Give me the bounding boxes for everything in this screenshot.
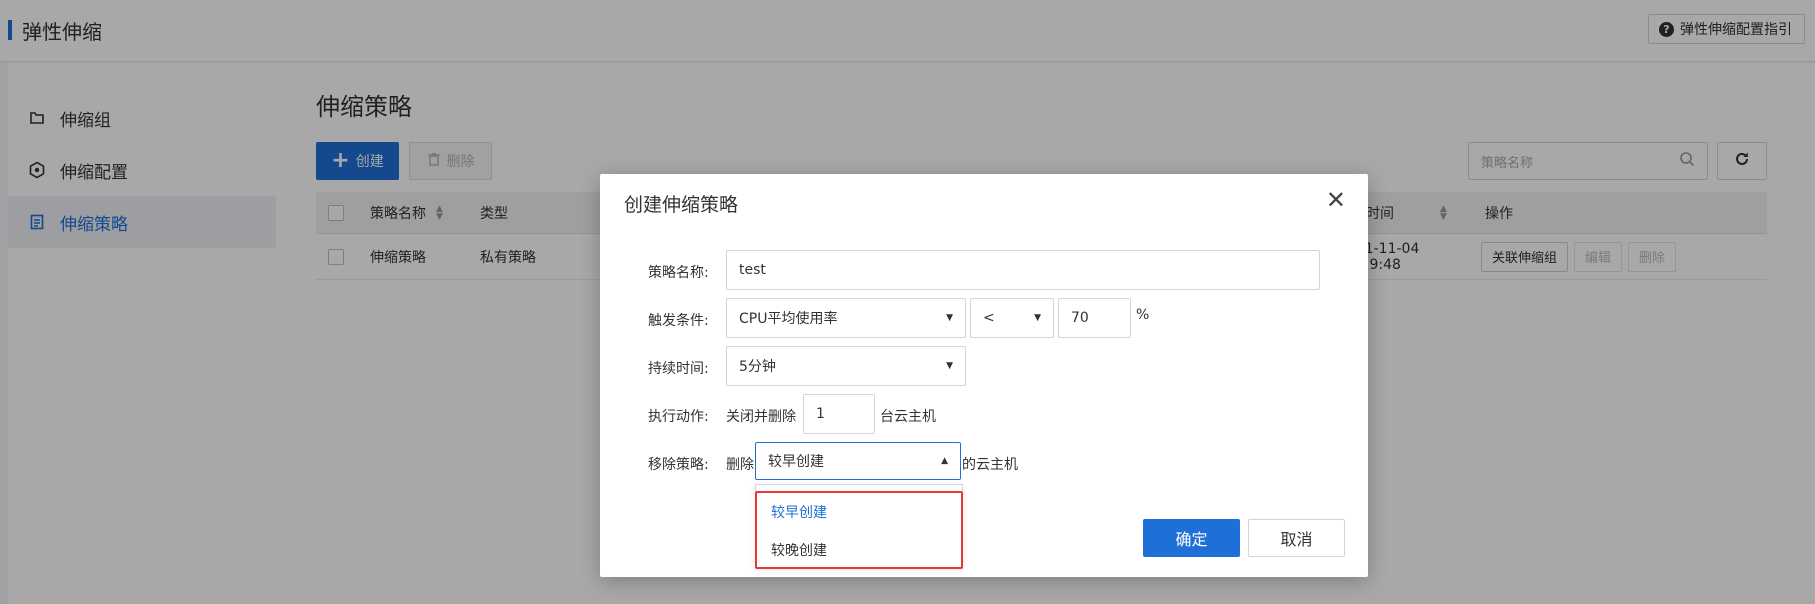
trigger-operator-value: < [983,310,995,326]
action-label: 执行动作: [648,409,709,425]
trigger-value: 70 [1071,310,1089,326]
trigger-operator-select[interactable]: < ▼ [970,298,1054,338]
confirm-button[interactable]: 确定 [1143,519,1240,557]
action-prefix: 关闭并删除 [726,409,796,425]
action-count-input[interactable]: 1 [803,394,875,434]
trigger-metric-value: CPU平均使用率 [739,311,838,327]
caret-down-icon: ▼ [1034,313,1041,323]
action-suffix: 台云主机 [880,409,936,425]
modal-title: 创建伸缩策略 [624,194,739,216]
action-count-value: 1 [816,406,825,422]
duration-select[interactable]: 5分钟 ▼ [726,346,966,386]
close-icon[interactable]: ✕ [1326,188,1346,212]
cancel-button[interactable]: 取消 [1248,519,1345,557]
policy-name-input[interactable]: test [726,250,1320,290]
trigger-value-input[interactable]: 70 [1058,298,1131,338]
caret-up-icon: ▲ [941,456,948,466]
create-policy-modal: 创建伸缩策略 ✕ [600,174,1368,577]
trigger-unit: % [1136,307,1150,323]
dropdown-option-earlier[interactable]: 较早创建 [756,493,962,531]
caret-down-icon: ▼ [946,361,953,371]
removal-label: 移除策略: [648,457,709,473]
duration-value: 5分钟 [739,359,776,375]
removal-policy-dropdown: 较早创建 较晚创建 [755,484,963,568]
caret-down-icon: ▼ [946,313,953,323]
duration-label: 持续时间: [648,361,709,377]
name-label: 策略名称: [648,265,709,281]
trigger-label: 触发条件: [648,313,709,329]
dropdown-option-later[interactable]: 较晚创建 [756,531,962,569]
removal-suffix: 的云主机 [962,457,1018,473]
removal-prefix: 删除 [726,457,754,473]
removal-policy-select[interactable]: 较早创建 ▲ [755,442,961,480]
removal-policy-value: 较早创建 [768,454,824,470]
trigger-metric-select[interactable]: CPU平均使用率 ▼ [726,298,966,338]
policy-name-value: test [739,262,766,278]
